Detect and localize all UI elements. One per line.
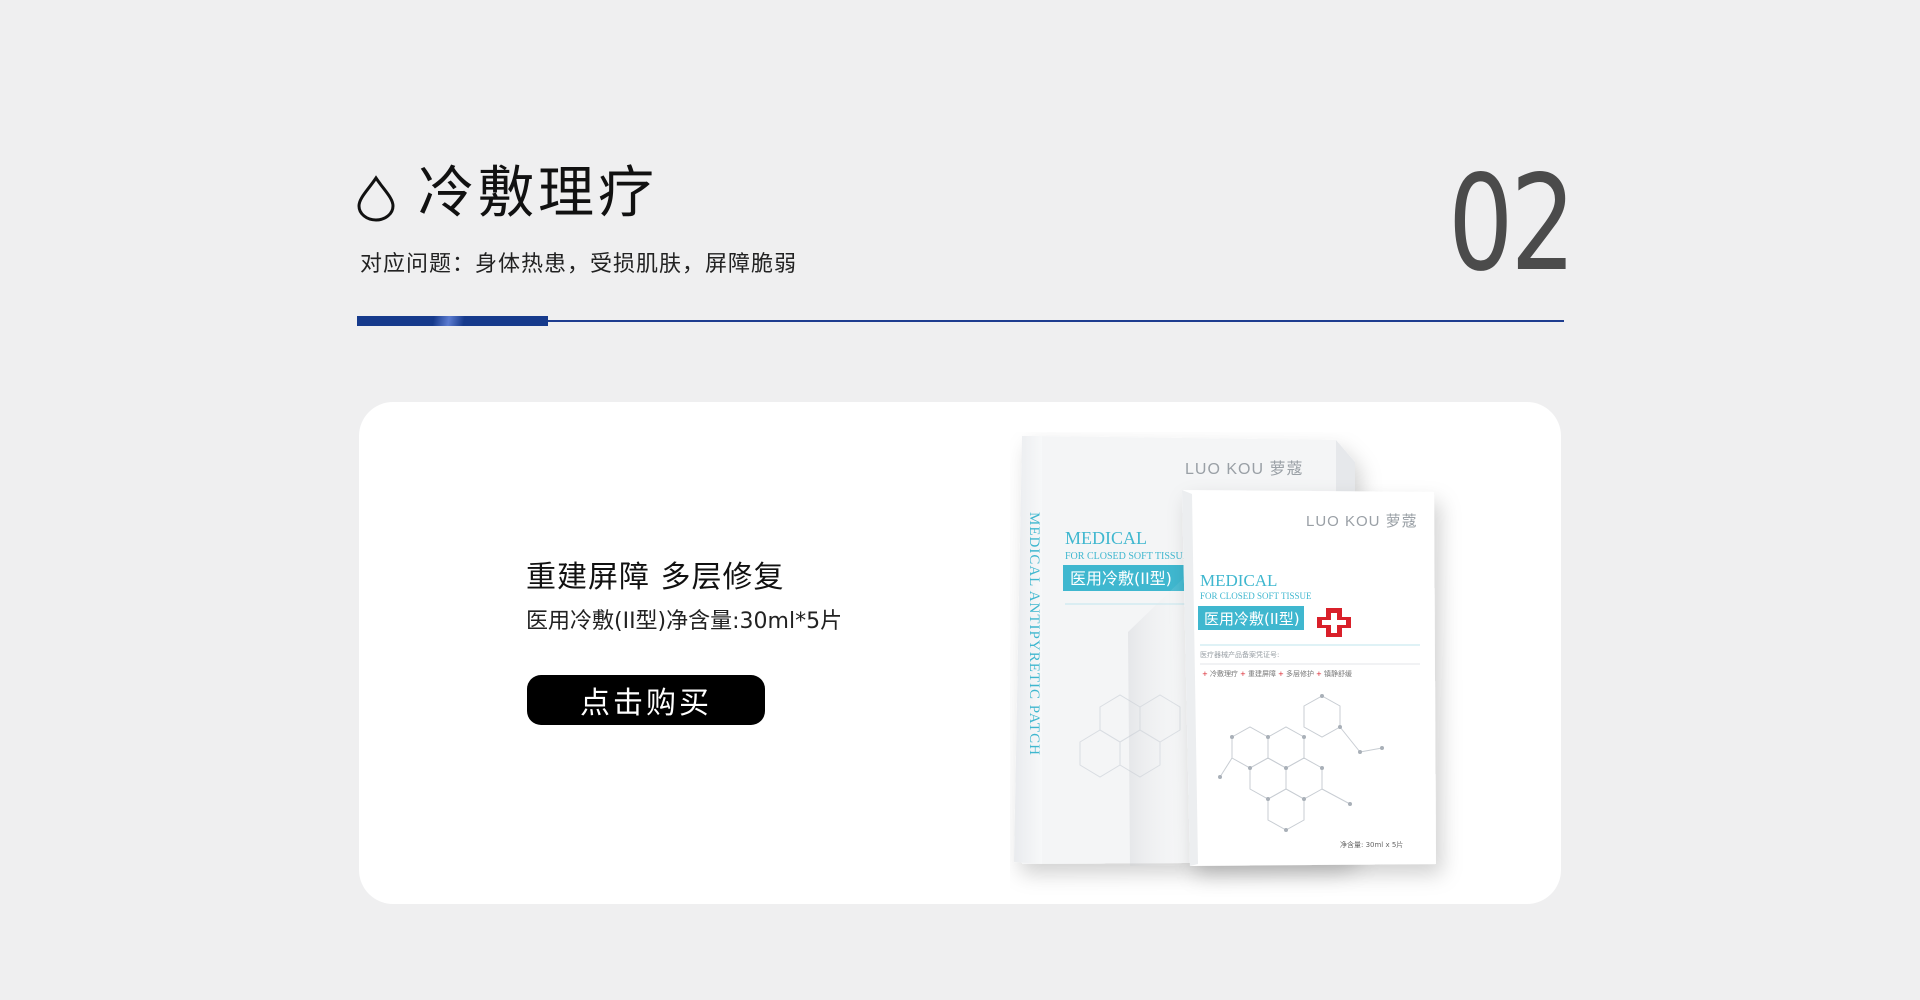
box-brand: LUO KOU 萝蔻 xyxy=(1185,460,1303,478)
feature-item: 多层修护 xyxy=(1286,669,1314,678)
box-side-text: MEDICAL ANTIPYRETIC PATCH xyxy=(1026,512,1042,756)
feature-item: 重建屏障 xyxy=(1248,669,1276,678)
svg-text:+: + xyxy=(1202,670,1208,678)
product-image: MEDICAL ANTIPYRETIC PATCH LUO KOU 萝蔻 MED… xyxy=(1010,432,1470,902)
section-subtitle: 对应问题：身体热患，受损肌肤，屏障脆弱 xyxy=(360,252,798,277)
registration-text: 医疗器械产品备案凭证号: xyxy=(1200,650,1279,659)
svg-text:+: + xyxy=(1278,670,1284,678)
sachet-label-en: MEDICAL xyxy=(1200,571,1277,590)
net-content: 净含量: 30ml x 5片 xyxy=(1340,840,1403,849)
svg-text:+: + xyxy=(1240,670,1246,678)
svg-text:FOR CLOSED SOFT TISSUE: FOR CLOSED SOFT TISSUE xyxy=(1065,551,1189,562)
product-spec: 医用冷敷(II型)净含量:30ml*5片 xyxy=(526,609,843,634)
feature-item: 镇静舒缓 xyxy=(1324,669,1352,678)
buy-button[interactable]: 点击购买 xyxy=(527,675,765,725)
section-title: 冷敷理疗 xyxy=(418,161,658,226)
svg-text:+: + xyxy=(1316,670,1322,678)
water-drop-icon xyxy=(357,175,395,222)
box-label-en: MEDICAL xyxy=(1065,528,1147,548)
svg-text:FOR CLOSED SOFT TISSUE: FOR CLOSED SOFT TISSUE xyxy=(1200,591,1312,601)
product-heading: 重建屏障 多层修复 xyxy=(526,560,785,595)
svg-text:医用冷敷(II型): 医用冷敷(II型) xyxy=(1070,569,1172,588)
section-number: 02 xyxy=(1448,147,1576,301)
feature-item: 冷敷理疗 xyxy=(1210,669,1238,678)
sachet-brand: LUO KOU 萝蔻 xyxy=(1306,513,1418,530)
divider-accent xyxy=(357,316,548,326)
sachet-label-cn: 医用冷敷(II型) xyxy=(1204,610,1300,628)
